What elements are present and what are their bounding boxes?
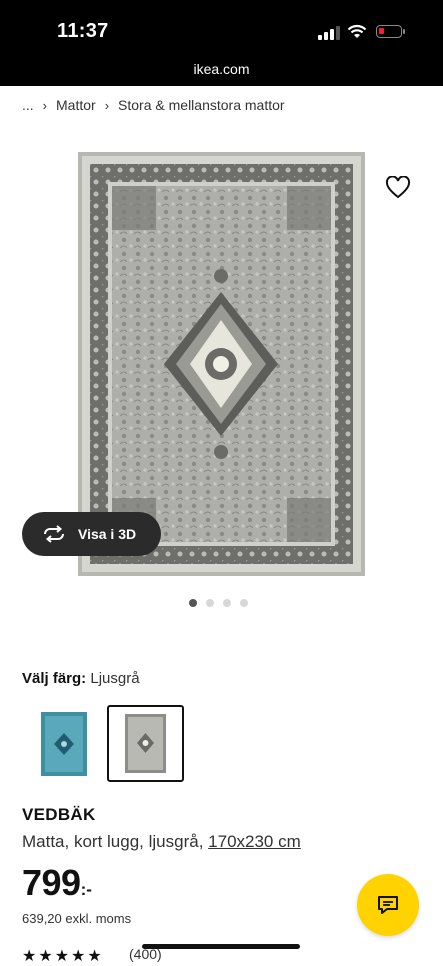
chevron-right-icon: › <box>42 98 48 113</box>
product-name: VEDBÄK <box>22 805 96 824</box>
battery-icon <box>376 25 405 38</box>
color-value: Ljusgrå <box>90 670 140 687</box>
gallery-dot[interactable] <box>240 599 248 607</box>
color-selector-label: Välj färg: Ljusgrå <box>22 670 140 687</box>
color-swatch-light-grey[interactable] <box>107 705 184 782</box>
product-description-text: Matta, kort lugg, ljusgrå, <box>22 832 204 851</box>
status-bar: 11:37 ikea.com <box>0 0 443 86</box>
rating-stars[interactable]: ★★★★★ <box>22 946 104 966</box>
wifi-icon <box>347 24 367 38</box>
star-half-icon: ★ <box>87 948 104 965</box>
breadcrumb-more[interactable]: ... <box>22 97 34 113</box>
gallery-dot[interactable] <box>223 599 231 607</box>
price-excl-vat: 639,20 exkl. moms <box>22 911 132 926</box>
star-icon: ★ <box>71 948 88 965</box>
rotate-3d-icon <box>44 525 64 543</box>
star-icon: ★ <box>54 948 72 965</box>
breadcrumb-item-stora-mattor[interactable]: Stora & mellanstora mattor <box>118 97 285 113</box>
view-in-3d-label: Visa i 3D <box>78 526 137 542</box>
chat-button[interactable] <box>357 874 419 936</box>
price-main: 799 <box>22 862 81 903</box>
breadcrumb: ... › Mattor › Stora & mellanstora mattor <box>22 97 285 113</box>
price-suffix: :- <box>80 880 92 899</box>
heart-icon[interactable] <box>385 176 411 200</box>
gallery-dot[interactable] <box>189 599 197 607</box>
star-icon: ★ <box>38 948 55 965</box>
product-size-link[interactable]: 170x230 cm <box>208 832 301 851</box>
product-description: Matta, kort lugg, ljusgrå, 170x230 cm <box>22 832 301 852</box>
breadcrumb-item-mattor[interactable]: Mattor <box>56 97 96 113</box>
star-icon: ★ <box>22 948 39 965</box>
color-swatch-light-grey-image <box>125 714 166 773</box>
gallery-pagination <box>189 599 248 607</box>
chat-icon <box>378 896 398 914</box>
color-label: Välj färg: <box>22 670 87 687</box>
view-in-3d-button[interactable]: Visa i 3D <box>22 512 161 556</box>
gallery-dot[interactable] <box>206 599 214 607</box>
home-indicator[interactable] <box>142 944 300 949</box>
color-swatch-blue[interactable] <box>27 707 101 781</box>
status-time: 11:37 <box>57 20 109 42</box>
product-price: 799:- <box>22 862 92 904</box>
signal-icon <box>318 26 340 40</box>
url-bar[interactable]: ikea.com <box>0 61 443 77</box>
chevron-right-icon: › <box>104 98 110 113</box>
